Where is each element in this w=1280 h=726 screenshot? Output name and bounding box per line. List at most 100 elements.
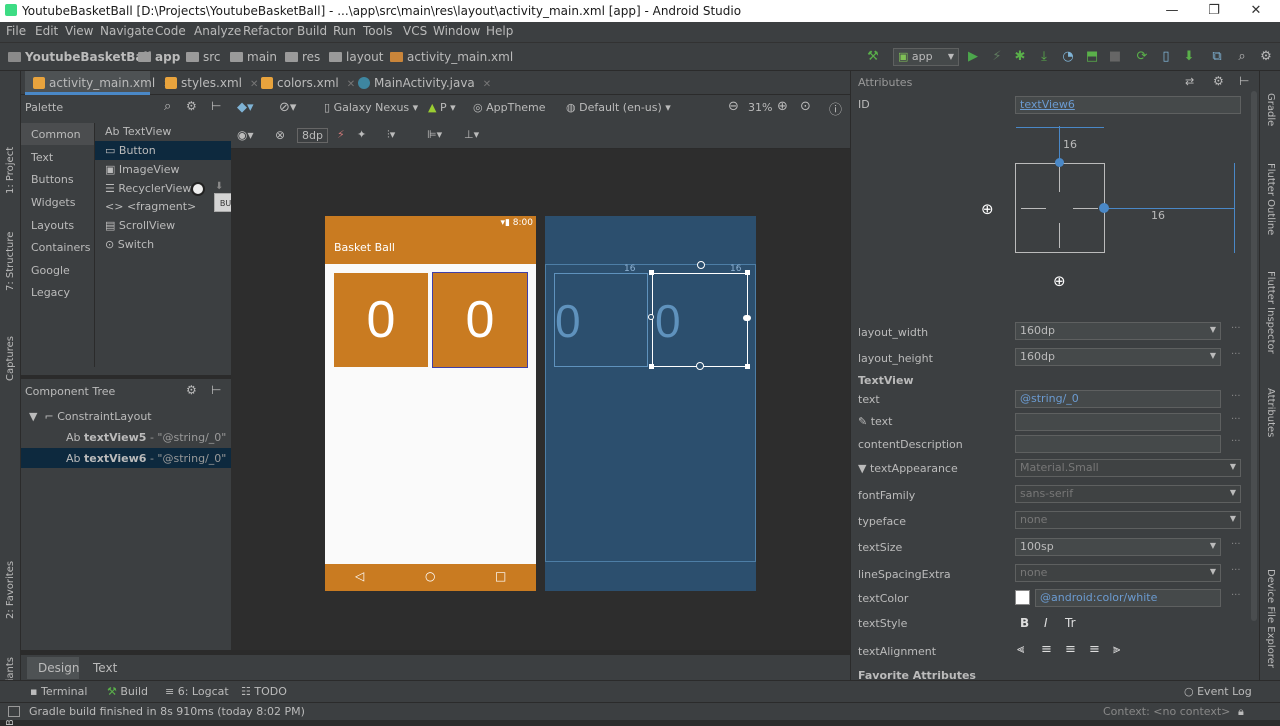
align-right-icon[interactable]: ⫸ xyxy=(1113,642,1120,657)
orientation-icon[interactable]: ⊘▾ xyxy=(279,100,296,115)
sync-gradle-icon[interactable]: ⟳ xyxy=(1133,48,1151,66)
close-button[interactable]: ✕ xyxy=(1236,0,1276,22)
layout-width-field[interactable]: 160dp xyxy=(1015,322,1221,340)
hide-panel-icon[interactable]: ⊢ xyxy=(211,383,221,397)
tree-node-textview5[interactable]: Ab textView5 - "@string/_0" xyxy=(21,427,231,447)
project-tool-button[interactable]: 1: Project xyxy=(5,147,16,194)
resize-handle-tl[interactable] xyxy=(649,270,654,275)
apply-changes-icon[interactable]: ⚡ xyxy=(988,48,1006,66)
palette-category-widgets[interactable]: Widgets xyxy=(21,191,95,213)
score-textview-5[interactable]: 0 xyxy=(334,273,428,367)
tab-design[interactable]: Design xyxy=(27,657,79,679)
maximize-button[interactable]: ❐ xyxy=(1194,0,1234,22)
top-constraint-handle[interactable] xyxy=(1055,158,1064,167)
zoom-in-icon[interactable]: ⊕ xyxy=(777,99,788,114)
gradle-tool-button[interactable]: Gradle xyxy=(1265,93,1276,126)
italic-button[interactable]: I xyxy=(1044,616,1048,630)
tab-text[interactable]: Text xyxy=(93,661,117,675)
tree-node-textview6[interactable]: Ab textView6 - "@string/_0" xyxy=(21,448,231,468)
bold-button[interactable]: B xyxy=(1020,616,1029,630)
blueprint-textview-5[interactable]: 0 xyxy=(554,273,648,367)
align-center-icon[interactable]: ≡ xyxy=(1065,642,1076,657)
favorites-tool-button[interactable]: 2: Favorites xyxy=(5,561,16,619)
design-preview[interactable]: ▾▮ 8:00 Basket Ball 0 0 ◁ ○ □ xyxy=(325,216,536,591)
right-anchor-handle[interactable] xyxy=(743,315,751,321)
minimize-button[interactable]: — xyxy=(1152,0,1192,22)
menu-run[interactable]: Run xyxy=(333,24,356,38)
flutter-inspector-tool-button[interactable]: Flutter Inspector xyxy=(1265,271,1276,354)
pack-icon[interactable]: ⫶▾ xyxy=(387,128,395,142)
menu-tools[interactable]: Tools xyxy=(363,24,393,38)
tab-activity-main[interactable]: activity_main.xml✕ xyxy=(25,71,172,95)
palette-item-imageview[interactable]: ▣ ImageView xyxy=(95,160,231,179)
captures-tool-button[interactable]: Captures xyxy=(5,336,16,381)
palette-category-legacy[interactable]: Legacy xyxy=(21,281,95,303)
top-margin-value[interactable]: 16 xyxy=(1063,138,1077,151)
more-icon[interactable]: ··· xyxy=(1231,565,1241,576)
device-file-explorer-tool-button[interactable]: Device File Explorer xyxy=(1265,569,1276,668)
toggle-tool-windows-icon[interactable] xyxy=(8,706,20,717)
right-margin-value[interactable]: 16 xyxy=(1151,209,1165,222)
more-icon[interactable]: ··· xyxy=(1231,349,1241,360)
swap-icon[interactable]: ⇄ xyxy=(1185,75,1194,88)
menu-view[interactable]: View xyxy=(65,24,93,38)
tab-main-activity[interactable]: MainActivity.java ✕ xyxy=(354,71,491,95)
profile-icon[interactable]: ◔ xyxy=(1059,48,1077,66)
default-margin-button[interactable]: 8dp xyxy=(297,128,328,143)
tools-text-field[interactable] xyxy=(1015,413,1221,431)
palette-category-common[interactable]: Common xyxy=(21,123,95,145)
menu-navigate[interactable]: Navigate xyxy=(100,24,154,38)
infer-constraints-icon[interactable]: ✦ xyxy=(357,128,366,141)
more-icon[interactable]: ··· xyxy=(1231,391,1241,402)
zoom-out-icon[interactable]: ⊖ xyxy=(728,99,739,114)
hammer-icon[interactable]: ⚒ xyxy=(864,48,882,66)
palette-item-textview[interactable]: Ab TextView xyxy=(95,122,231,141)
text-appearance-field[interactable]: Material.Small xyxy=(1015,459,1241,477)
attributes-tool-button[interactable]: Attributes xyxy=(1265,388,1276,437)
device-select[interactable]: ▯ Galaxy Nexus ▾ xyxy=(324,101,418,114)
content-description-field[interactable] xyxy=(1015,435,1221,453)
locale-select[interactable]: ◍ Default (en-us) ▾ xyxy=(566,101,671,114)
autoconnect-icon[interactable]: ⊗ xyxy=(275,128,285,142)
settings-icon[interactable]: ⚙ xyxy=(1257,48,1275,66)
palette-category-layouts[interactable]: Layouts xyxy=(21,214,95,236)
download-icon[interactable]: ⬇ xyxy=(215,181,223,192)
run-config-select[interactable]: ▣ app ▼ xyxy=(893,48,959,66)
search-icon[interactable]: ⌕ xyxy=(1233,48,1251,66)
tab-styles[interactable]: styles.xml ✕ xyxy=(161,71,258,95)
close-tab-icon[interactable]: ✕ xyxy=(483,79,491,90)
palette-item-recyclerview[interactable]: ☰ RecyclerView xyxy=(95,179,231,198)
tab-colors[interactable]: colors.xml ✕ xyxy=(257,71,361,95)
logcat-tool-button[interactable]: ≡ 6: Logcat xyxy=(165,685,229,698)
breadcrumb-layout[interactable]: layout xyxy=(329,50,383,64)
build-tool-button[interactable]: ⚒ Build xyxy=(107,685,148,698)
avd-manager-icon[interactable]: ▯ xyxy=(1157,48,1175,66)
attributes-scrollbar[interactable] xyxy=(1251,91,1257,621)
palette-item-button[interactable]: ▭ Button xyxy=(95,141,231,160)
text-field[interactable]: @string/_0 xyxy=(1015,390,1221,408)
menu-code[interactable]: Code xyxy=(155,24,186,38)
menu-help[interactable]: Help xyxy=(486,24,513,38)
menu-window[interactable]: Window xyxy=(433,24,480,38)
breadcrumb-project[interactable]: YoutubeBasketBall xyxy=(8,50,152,64)
zoom-fit-icon[interactable]: ⊙ xyxy=(800,99,811,114)
theme-select[interactable]: ◎ AppTheme xyxy=(473,101,546,114)
hide-panel-icon[interactable]: ⊢ xyxy=(211,99,221,113)
gear-icon[interactable]: ⚙ xyxy=(1213,74,1224,88)
status-context[interactable]: Context: <no context> xyxy=(1103,705,1230,718)
align-left-icon[interactable]: ⫷ xyxy=(1017,642,1024,657)
font-family-field[interactable]: sans-serif xyxy=(1015,485,1241,503)
search-icon[interactable]: ⌕ xyxy=(164,99,171,114)
resize-handle-br[interactable] xyxy=(745,364,750,369)
blueprint-preview[interactable]: 0 0 16 16 xyxy=(545,216,756,591)
breadcrumb-file[interactable]: activity_main.xml xyxy=(390,50,513,64)
all-caps-button[interactable]: Tr xyxy=(1065,616,1076,630)
bottom-anchor-handle[interactable] xyxy=(696,362,704,370)
more-icon[interactable]: ··· xyxy=(1231,414,1241,425)
breadcrumb-res[interactable]: res xyxy=(285,50,320,64)
terminal-tool-button[interactable]: ▪ Terminal xyxy=(30,685,87,698)
breadcrumb-src[interactable]: src xyxy=(186,50,221,64)
typeface-field[interactable]: none xyxy=(1015,511,1241,529)
gear-icon[interactable]: ⚙ xyxy=(186,99,197,113)
more-icon[interactable]: ··· xyxy=(1231,323,1241,334)
